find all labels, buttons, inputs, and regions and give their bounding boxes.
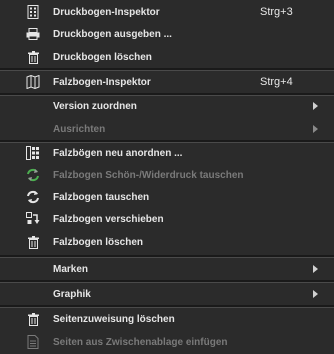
menu-item-label: Falzbögen neu anordnen ... [53, 147, 183, 159]
menu-item-seitenzuweisung-loeschen[interactable]: Seitenzuweisung löschen [0, 308, 334, 330]
menu-item-label: Version zuordnen [53, 100, 137, 112]
menu-item-label: Druckbogen-Inspektor [53, 6, 160, 18]
menu-item-label: Ausrichten [53, 123, 106, 135]
menu-item-druckbogen-loeschen[interactable]: Druckbogen löschen [0, 46, 334, 68]
menu-item-falzboegen-neu-anordnen[interactable]: Falzbögen neu anordnen ... [0, 143, 334, 163]
menu-item-label: Marken [53, 263, 89, 275]
swap-icon [26, 190, 40, 204]
menu-item-label: Druckbogen löschen [53, 51, 152, 63]
menu-item-falzbogen-loeschen[interactable]: Falzbogen löschen [0, 231, 334, 253]
submenu-arrow-icon [313, 290, 318, 298]
printer-icon [26, 27, 40, 41]
trash-icon [26, 235, 40, 249]
menu-item-label: Falzbogen-Inspektor [53, 76, 151, 88]
menu-item-graphik[interactable]: Graphik [0, 283, 334, 305]
shortcut-label: Strg+4 [260, 76, 293, 88]
shortcut-label: Strg+3 [260, 6, 293, 18]
menu-item-label: Seitenzuweisung löschen [53, 313, 175, 325]
menu-item-marken[interactable]: Marken [0, 258, 334, 280]
menu-item-falzbogen-tauschen[interactable]: Falzbogen tauschen [0, 187, 334, 207]
rearrange-icon [26, 146, 40, 160]
submenu-arrow-icon [313, 125, 318, 133]
menu-item-falzbogen-verschieben[interactable]: Falzbogen verschieben [0, 209, 334, 229]
menu-item-seiten-einfuegen: Seiten aus Zwischenablage einfügen [0, 331, 334, 353]
menu-item-version-zuordnen[interactable]: Version zuordnen [0, 96, 334, 116]
trash-icon [26, 50, 40, 64]
fold-sheet-inspector-icon [26, 75, 40, 89]
paste-icon [26, 335, 40, 349]
menu-item-druckbogen-inspektor[interactable]: Druckbogen-Inspektor Strg+3 [0, 2, 334, 22]
menu-item-druckbogen-ausgeben[interactable]: Druckbogen ausgeben ... [0, 23, 334, 45]
trash-icon [26, 312, 40, 326]
submenu-arrow-icon [313, 102, 318, 110]
menu-item-label: Falzbogen tauschen [53, 191, 150, 203]
menu-item-label: Druckbogen ausgeben ... [53, 28, 172, 40]
menu-item-schoen-widerdruck-tauschen: Falzbogen Schön-/Widerdruck tauschen [0, 165, 334, 185]
menu-item-ausrichten: Ausrichten [0, 119, 334, 139]
move-icon [26, 212, 40, 226]
submenu-arrow-icon [313, 265, 318, 273]
menu-item-label: Falzbogen verschieben [53, 213, 164, 225]
sheet-inspector-icon [26, 5, 40, 19]
menu-item-label: Falzbogen Schön-/Widerdruck tauschen [53, 169, 244, 181]
menu-item-falzbogen-inspektor[interactable]: Falzbogen-Inspektor Strg+4 [0, 71, 334, 93]
context-menu: Druckbogen-Inspektor Strg+3 Druckbogen a… [0, 0, 334, 354]
menu-item-label: Graphik [53, 288, 91, 300]
swap-sides-icon [26, 168, 40, 182]
menu-item-label: Seiten aus Zwischenablage einfügen [53, 336, 228, 348]
menu-item-label: Falzbogen löschen [53, 236, 144, 248]
